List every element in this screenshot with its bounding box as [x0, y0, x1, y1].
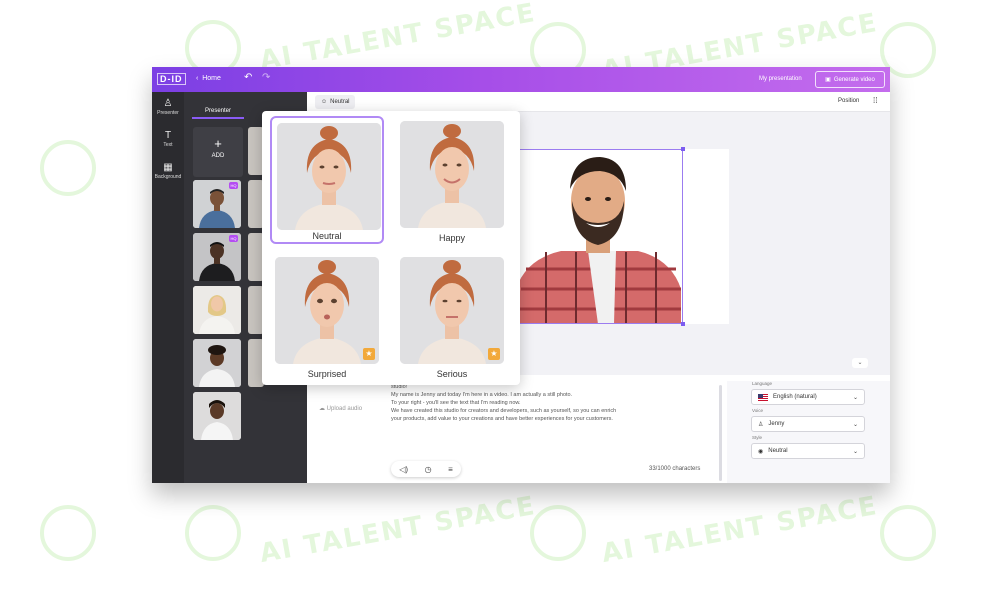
watermark-text: AI TALENT SPACE [599, 490, 881, 570]
script-text-input[interactable]: studio! My name is Jenny and today I'm h… [391, 383, 711, 423]
upload-audio-label: Upload audio [326, 406, 363, 412]
emotion-label: Neutral [330, 99, 350, 105]
emotion-option-label: Happy [438, 233, 465, 243]
language-value: English (natural) [773, 394, 817, 400]
clock-icon[interactable]: ◷ [425, 465, 432, 474]
generate-video-label: Generate video [833, 76, 875, 83]
face-image: ★ [400, 257, 504, 364]
emotion-option-serious[interactable]: ★ Serious [395, 252, 509, 380]
style-select[interactable]: ◉ Neutral ⌄ [751, 443, 865, 459]
voice-select[interactable]: ♙ Jenny ⌄ [751, 416, 865, 432]
presenter-thumbnail[interactable] [193, 339, 241, 387]
upload-audio-button[interactable]: ☁ Upload audio [319, 405, 362, 412]
resize-handle[interactable] [681, 322, 685, 326]
speaker-icon[interactable]: ◁) [399, 465, 408, 474]
add-label: ADD [211, 153, 225, 159]
emotion-selector[interactable]: ☺ Neutral [315, 95, 356, 109]
sidebar-item-label: Presenter [157, 110, 179, 116]
plus-icon: + [214, 136, 222, 151]
position-grid-icon[interactable]: ⁞⁞ [873, 96, 877, 105]
voice-icon: ♙ [758, 421, 764, 428]
watermark-logo-icon [185, 505, 241, 561]
video-icon: ▣ [825, 77, 831, 83]
script-line: To your right - you'll see the text that… [391, 400, 521, 406]
top-bar: D-ID ‹ Home ↶ ↷ My presentation ▣ Genera… [152, 67, 890, 92]
sidebar-item-label: Background [154, 174, 182, 180]
hq-badge: HQ [229, 182, 238, 189]
cloud-upload-icon: ☁ [319, 406, 325, 412]
sidebar-item-background[interactable]: ▦ Background [152, 162, 184, 180]
script-line: your products, add value to your creatio… [391, 416, 613, 422]
tab-presenter[interactable]: Presenter [192, 108, 244, 119]
style-icon: ◉ [758, 448, 764, 455]
watermark-text: AI TALENT SPACE [257, 490, 539, 570]
language-select[interactable]: English (natural) ⌄ [751, 389, 865, 405]
character-count: 33/1000 characters [649, 466, 701, 472]
resize-handle[interactable] [681, 147, 685, 151]
face-image [400, 121, 504, 228]
emotion-option-label: Surprised [307, 369, 347, 379]
premium-star-icon: ★ [488, 348, 500, 360]
script-line: We have created this studio for creators… [391, 408, 617, 414]
emotion-option-neutral[interactable]: Neutral [270, 116, 384, 244]
emotion-option-label: Neutral [312, 231, 342, 241]
undo-icon[interactable]: ↶ [244, 72, 252, 83]
style-label: Style [752, 435, 763, 440]
presenter-thumbnail[interactable] [193, 392, 241, 440]
sidebar-item-presenter[interactable]: ♙ Presenter [152, 98, 184, 116]
person-icon: ♙ [163, 98, 173, 109]
voice-settings: Language English (natural) ⌄ Voice ♙ Jen… [727, 381, 890, 483]
presenter-thumbnail[interactable]: HQ [193, 180, 241, 228]
divider [719, 385, 722, 481]
sidebar-item-label: Text [163, 142, 173, 148]
woman-white-shirt-image [193, 392, 241, 440]
app-logo[interactable]: D-ID [157, 73, 186, 85]
script-area: ☁ Upload audio studio! My name is Jenny … [307, 375, 890, 483]
us-flag-icon [758, 393, 768, 401]
watermark-logo-icon [40, 505, 96, 561]
canvas-toolbar: ☺ Neutral Position ⁞⁞ [307, 92, 890, 112]
text-icon: T [164, 130, 172, 141]
emotion-popup: Neutral Happy ★ Surprised ★ Serious [262, 111, 520, 385]
man-curly-hair-image [193, 339, 241, 387]
watermark-logo-icon [880, 505, 936, 561]
presenter-thumbnail[interactable] [193, 286, 241, 334]
emotion-option-label: Serious [436, 369, 468, 379]
chevron-down-icon: ⌄ [852, 421, 858, 428]
presenter-thumbnail[interactable]: HQ [193, 233, 241, 281]
emotion-option-happy[interactable]: Happy [395, 116, 509, 244]
face-image: ★ [275, 257, 379, 364]
left-sidebar: ♙ Presenter T Text ▦ Background [152, 92, 184, 483]
home-label: Home [202, 75, 221, 82]
selection-frame[interactable] [516, 147, 685, 326]
watermark-logo-icon [530, 505, 586, 561]
lines-icon[interactable]: ≡ [448, 465, 453, 474]
add-presenter-button[interactable]: + ADD [193, 127, 243, 177]
chevron-down-icon: ⌄ [852, 394, 858, 401]
chevron-down-icon[interactable]: ⌄ [852, 358, 868, 368]
generate-video-button[interactable]: ▣ Generate video [815, 71, 885, 88]
hq-badge: HQ [229, 235, 238, 242]
emotion-option-surprised[interactable]: ★ Surprised [270, 252, 384, 380]
woman-blonde-image [193, 286, 241, 334]
home-link[interactable]: ‹ Home [196, 75, 221, 82]
premium-star-icon: ★ [363, 348, 375, 360]
my-presentation-link[interactable]: My presentation [759, 76, 802, 82]
watermark-text: AI TALENT SPACE [257, 0, 539, 77]
face-image [277, 123, 381, 230]
language-label: Language [752, 381, 773, 386]
redo-icon[interactable]: ↷ [262, 72, 270, 83]
voice-value: Jenny [768, 421, 785, 427]
emotion-icon: ☺ [321, 99, 328, 105]
script-controls: ◁) ◷ ≡ [391, 461, 461, 477]
voice-label: Voice [752, 408, 764, 413]
script-line: My name is Jenny and today I'm here in a… [391, 392, 573, 398]
style-value: Neutral [768, 448, 788, 454]
position-button[interactable]: Position [838, 98, 859, 104]
grid-icon: ▦ [163, 162, 173, 173]
sidebar-item-text[interactable]: T Text [152, 130, 184, 148]
chevron-down-icon: ⌄ [852, 448, 858, 455]
watermark-logo-icon [40, 140, 96, 196]
